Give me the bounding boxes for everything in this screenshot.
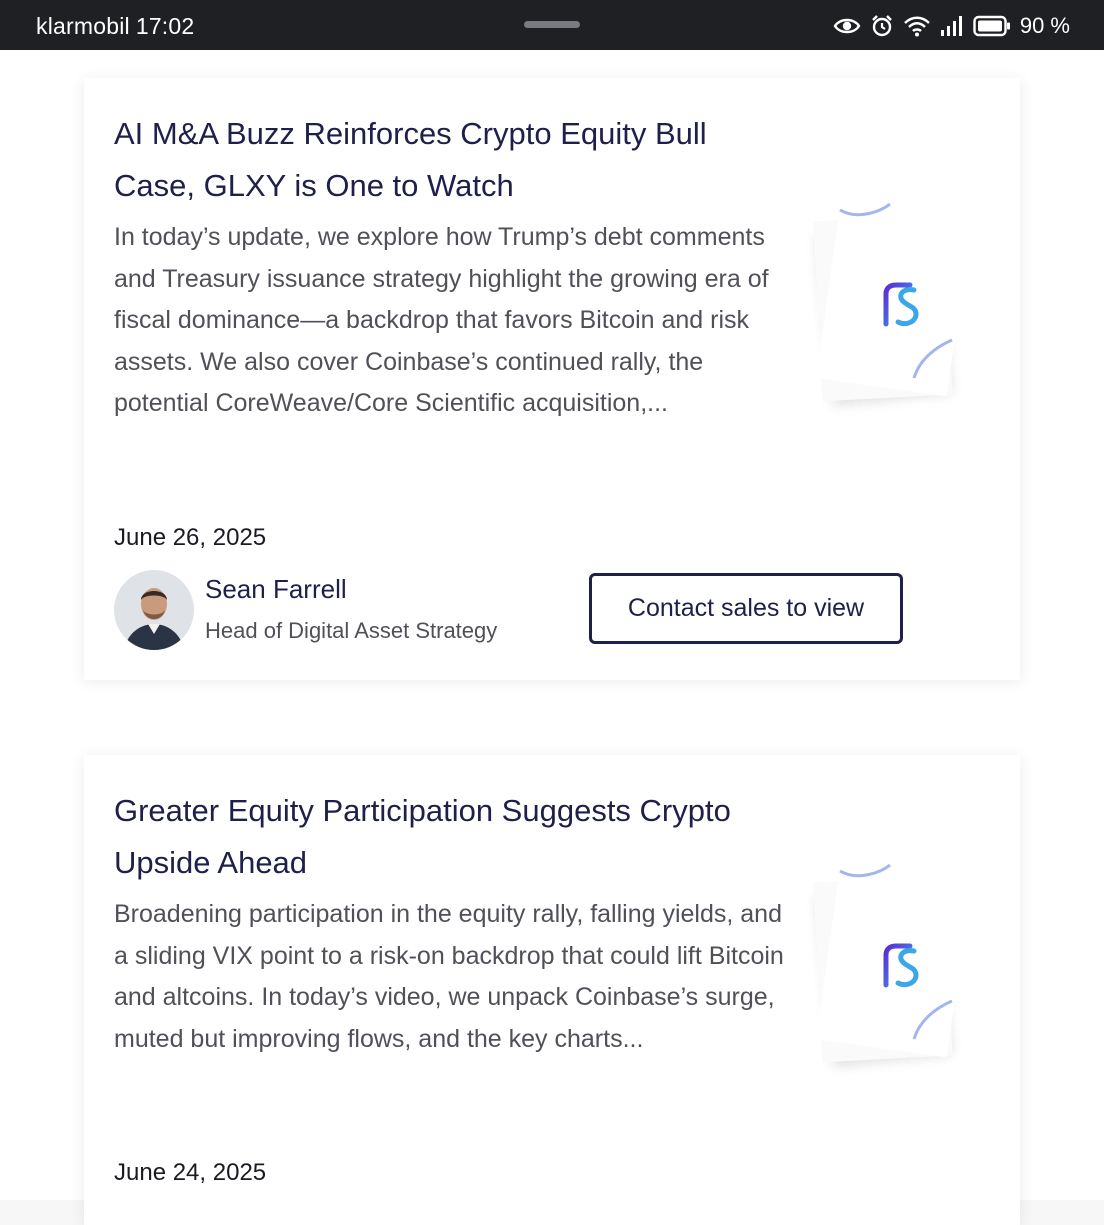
article-date: June 26, 2025 — [114, 524, 267, 551]
author-role: Head of Digital Asset Strategy — [205, 618, 498, 643]
status-left: klarmobil 17:02 — [36, 13, 200, 40]
battery-percent: 90 % — [1019, 13, 1070, 38]
article-date: June 24, 2025 — [114, 1159, 267, 1186]
article-thumbnail[interactable] — [802, 190, 978, 430]
article-thumbnail[interactable] — [802, 851, 978, 1091]
contact-sales-button[interactable]: Contact sales to view — [589, 573, 903, 644]
status-bar: klarmobil 17:02 90 % — [0, 0, 1104, 50]
author-name: Sean Farrell — [205, 574, 347, 604]
article-excerpt: Broadening participation in the equity r… — [114, 900, 784, 1053]
signal-icon — [940, 16, 962, 36]
clock: 17:02 — [135, 13, 195, 39]
article-title[interactable]: AI M&A Buzz Reinforces Crypto Equity Bul… — [114, 108, 764, 212]
status-icons: 90 % — [833, 12, 1070, 40]
author-avatar — [114, 570, 194, 650]
eye-icon — [833, 18, 861, 34]
article-card[interactable]: AI M&A Buzz Reinforces Crypto Equity Bul… — [84, 78, 1020, 680]
wifi-icon — [903, 16, 930, 37]
article-excerpt: In today’s update, we explore how Trump’… — [114, 223, 769, 417]
article-feed[interactable]: AI M&A Buzz Reinforces Crypto Equity Bul… — [0, 50, 1104, 1225]
battery-icon — [973, 15, 1010, 37]
alarm-icon — [871, 15, 892, 37]
article-card[interactable]: Greater Equity Participation Suggests Cr… — [84, 755, 1020, 1225]
carrier-label: klarmobil — [36, 13, 130, 39]
avatar-photo — [114, 570, 194, 650]
article-title[interactable]: Greater Equity Participation Suggests Cr… — [114, 785, 764, 889]
drag-handle[interactable] — [524, 21, 580, 28]
